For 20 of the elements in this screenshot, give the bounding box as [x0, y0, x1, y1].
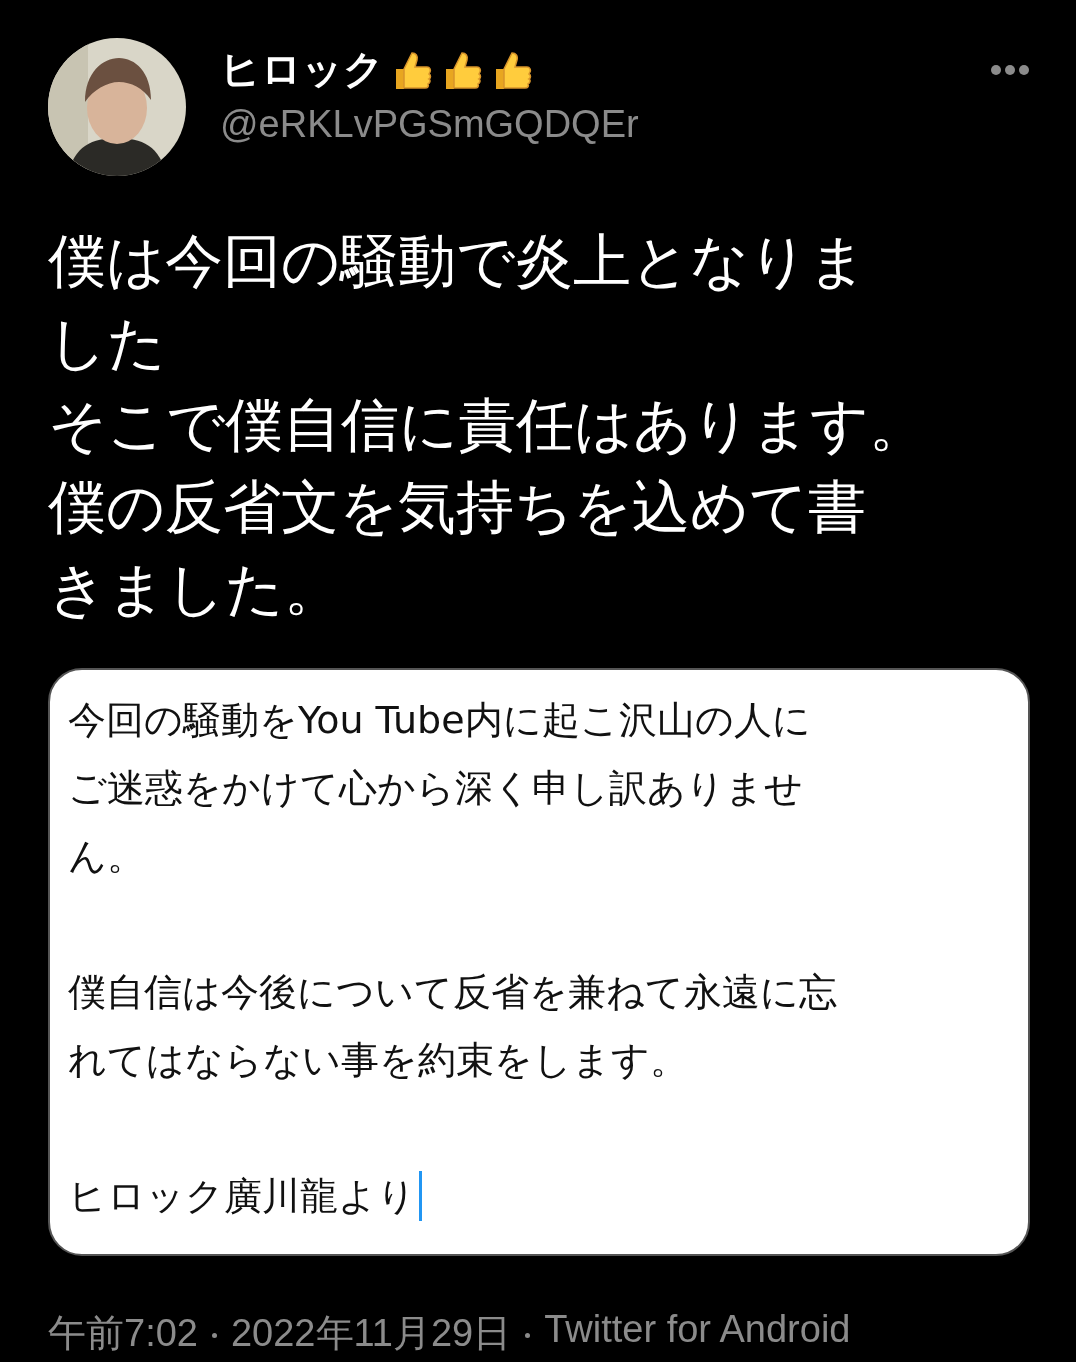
text-cursor [419, 1171, 422, 1221]
note-text: ヒロック廣川龍より [68, 1173, 416, 1220]
tweet-text: 僕の反省文を気持ちを込めて書 [48, 472, 867, 543]
note-text: ん。 [68, 833, 146, 880]
user-handle: @eRKLvPGSmGQDQEr [220, 103, 640, 146]
note-text: 今回の騒動をYou Tube内に起こ沢山の人に [68, 697, 812, 744]
tweet-text: そこで僕自信に責任はあります。 [48, 390, 928, 461]
note-text: 僕自信は今後について反省を兼ねて永遠に忘 [68, 969, 838, 1016]
tweet-text: きました。 [48, 554, 343, 625]
tweet-date: 2022年11月29日 [230, 1311, 512, 1356]
tweet-text: 僕は今回の騒動で炎上となりま [48, 226, 868, 297]
tweet-source[interactable]: Twitter for Android [544, 1308, 851, 1359]
note-text: ご迷惑をかけて心から深く申し訳ありませ [68, 765, 804, 812]
separator-dot-icon [525, 1333, 531, 1338]
display-name: ヒロック [220, 45, 384, 94]
note-text: れてはならない事を約束をします。 [68, 1037, 689, 1084]
tweet-text: した [48, 308, 167, 379]
more-icon[interactable] [990, 64, 1030, 76]
separator-dot-icon [211, 1333, 217, 1338]
tweet-time: 午前7:02 [48, 1311, 198, 1356]
